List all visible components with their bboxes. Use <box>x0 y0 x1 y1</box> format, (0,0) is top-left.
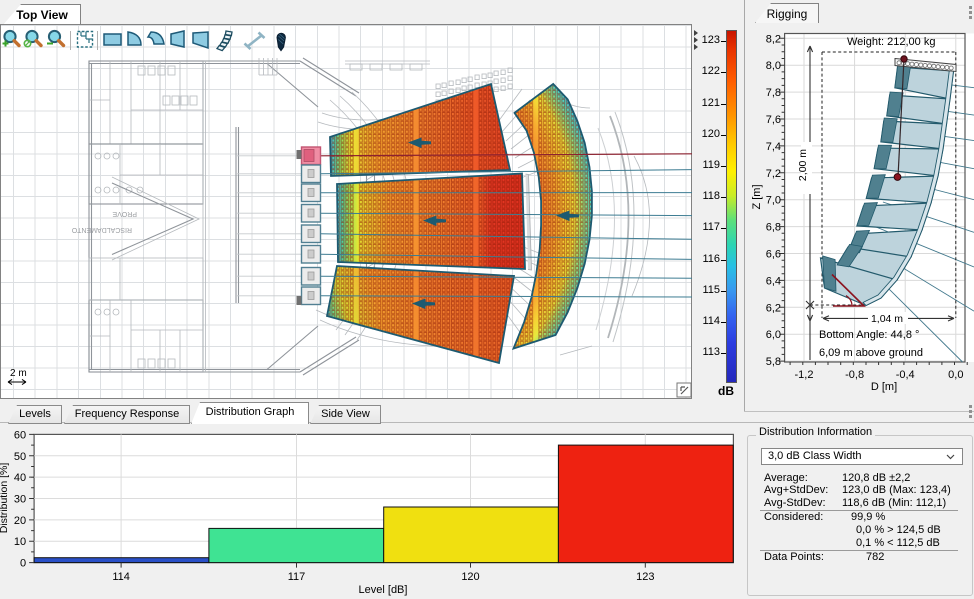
svg-text:50: 50 <box>14 451 26 463</box>
svg-text:-1,2: -1,2 <box>795 369 814 381</box>
svg-text:6,2: 6,2 <box>766 302 781 314</box>
svg-text:123: 123 <box>636 571 654 583</box>
svg-text:RISCALDAMENTO: RISCALDAMENTO <box>71 226 132 233</box>
svg-text:10: 10 <box>14 536 26 548</box>
svg-text:6,4: 6,4 <box>766 275 781 287</box>
svg-text:PROVE: PROVE <box>112 210 137 217</box>
svg-text:7,2: 7,2 <box>766 168 781 180</box>
svg-text:0,0: 0,0 <box>948 369 963 381</box>
svg-text:8,2: 8,2 <box>766 33 781 45</box>
svg-text:2 m: 2 m <box>10 368 27 379</box>
svg-text:Weight: 212,00 kg: Weight: 212,00 kg <box>847 36 935 48</box>
svg-text:0: 0 <box>20 558 26 570</box>
svg-text:60: 60 <box>14 429 26 441</box>
svg-text:40: 40 <box>14 472 26 484</box>
svg-text:2,00 m: 2,00 m <box>797 149 809 181</box>
svg-text:Z [m]: Z [m] <box>751 184 763 209</box>
svg-text:114: 114 <box>112 571 130 583</box>
svg-text:7,8: 7,8 <box>766 87 781 99</box>
svg-text:8,0: 8,0 <box>766 60 781 72</box>
svg-text:7,6: 7,6 <box>766 114 781 126</box>
svg-text:Level [dB]: Level [dB] <box>359 584 408 596</box>
svg-text:6,6: 6,6 <box>766 249 781 261</box>
svg-text:5,8: 5,8 <box>766 356 781 368</box>
svg-text:Distribution [%]: Distribution [%] <box>0 463 10 534</box>
svg-text:6,09 m above ground: 6,09 m above ground <box>819 347 923 359</box>
svg-text:7,4: 7,4 <box>766 141 781 153</box>
svg-text:120: 120 <box>461 571 479 583</box>
svg-text:30: 30 <box>14 494 26 506</box>
svg-text:20: 20 <box>14 515 26 527</box>
svg-text:7,0: 7,0 <box>766 195 781 207</box>
svg-text:1,04 m: 1,04 m <box>871 313 903 325</box>
svg-text:-0,8: -0,8 <box>845 369 864 381</box>
svg-text:6,8: 6,8 <box>766 222 781 234</box>
svg-text:D [m]: D [m] <box>871 381 897 393</box>
svg-text:6,0: 6,0 <box>766 329 781 341</box>
svg-text:-0,4: -0,4 <box>896 369 915 381</box>
svg-text:Bottom Angle: 44,8 °: Bottom Angle: 44,8 ° <box>819 329 919 341</box>
svg-text:117: 117 <box>288 571 306 583</box>
